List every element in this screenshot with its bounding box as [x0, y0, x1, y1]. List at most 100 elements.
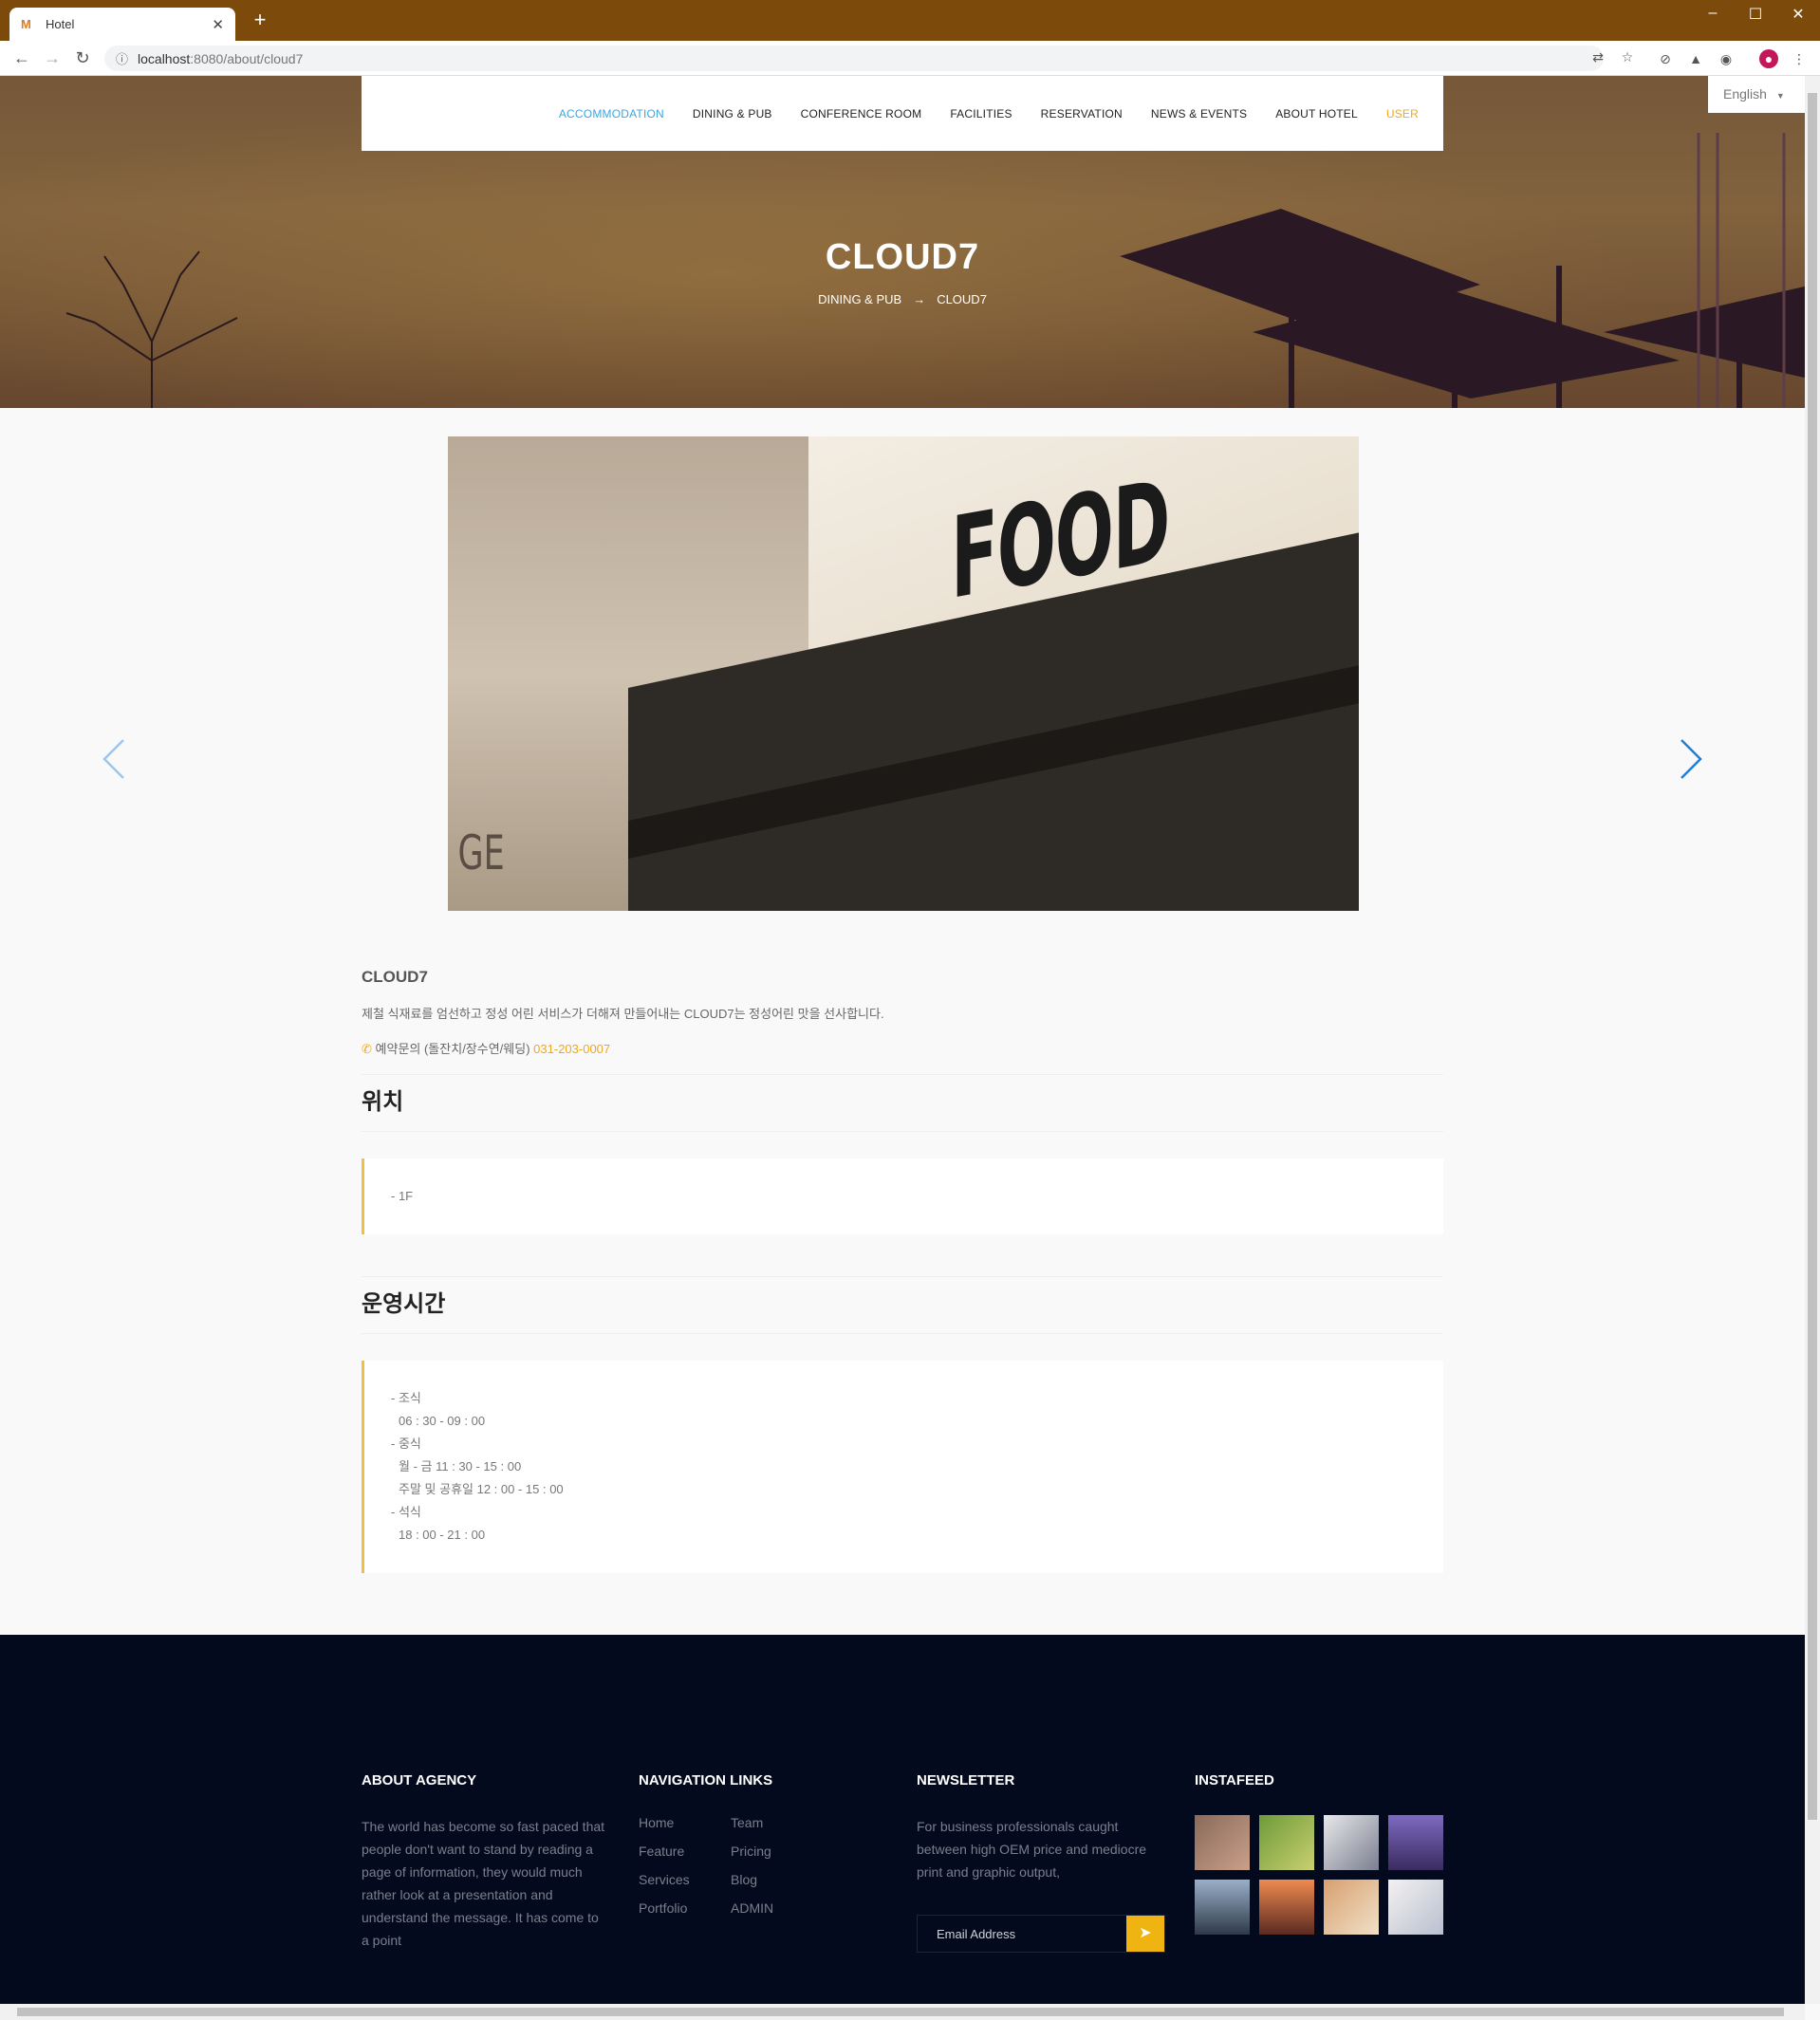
food-photo-slide: FOOD GE — [448, 436, 1359, 911]
partial-sign-text: GE — [457, 825, 505, 880]
horizontal-scrollbar-thumb[interactable] — [17, 2008, 1784, 2016]
chevron-left-icon — [102, 739, 124, 779]
insta-thumb[interactable] — [1259, 1815, 1314, 1870]
divider — [362, 1333, 1443, 1334]
nav-dining-pub[interactable]: DINING & PUB — [693, 107, 772, 120]
phone-label: 예약문의 (돌잔치/장수연/웨딩) — [375, 1042, 530, 1056]
maximize-icon[interactable]: ☐ — [1741, 5, 1770, 24]
close-window-icon[interactable]: ✕ — [1784, 5, 1812, 24]
tab-title: Hotel — [46, 17, 75, 31]
nav-about-hotel[interactable]: ABOUT HOTEL — [1275, 107, 1358, 120]
restaurant-description: 제철 식재료를 엄선하고 정성 어린 서비스가 더해져 만들어내는 CLOUD7… — [362, 1007, 884, 1021]
email-input[interactable]: Email Address — [918, 1916, 1126, 1952]
horizontal-scrollbar[interactable] — [0, 2004, 1805, 2020]
main-navbar: ACCOMMODATION DINING & PUB CONFERENCE RO… — [362, 76, 1443, 151]
insta-thumb[interactable] — [1195, 1880, 1250, 1935]
extension-eye-icon[interactable]: ◉ — [1717, 49, 1736, 68]
slider-next-button[interactable] — [1672, 731, 1710, 788]
footer-newsletter-title: NEWSLETTER — [917, 1772, 1015, 1788]
scrollbar-thumb[interactable] — [1808, 93, 1817, 1820]
nav-news-events[interactable]: NEWS & EVENTS — [1151, 107, 1247, 120]
newsletter-form: Email Address ➤ — [917, 1915, 1165, 1953]
breadcrumb-arrow-icon: → — [913, 292, 926, 306]
nav-facilities[interactable]: FACILITIES — [950, 107, 1012, 120]
hours-box: - 조식 06 : 30 - 09 : 00 - 중식 월 - 금 11 : 3… — [362, 1361, 1443, 1573]
footer-link-services[interactable]: Services — [639, 1872, 731, 1887]
url-host: localhost — [138, 50, 191, 66]
breakfast-label: - 조식 — [391, 1391, 421, 1405]
hours-heading: 운영시간 — [362, 1291, 446, 1317]
browser-tab[interactable]: M Hotel ✕ — [9, 8, 235, 41]
divider — [362, 1276, 1443, 1277]
translate-icon[interactable]: ⇄ — [1588, 47, 1607, 66]
footer-nav-title: NAVIGATION LINKS — [639, 1772, 773, 1788]
breakfast-hours: 06 : 30 - 09 : 00 — [399, 1414, 486, 1428]
lunch-weekend-hours: 주말 및 공휴일 12 : 00 - 15 : 00 — [399, 1482, 564, 1496]
breadcrumb-current: CLOUD7 — [937, 292, 987, 306]
site-info-icon[interactable]: ⓘ — [116, 49, 128, 67]
footer-link-blog[interactable]: Blog — [731, 1872, 823, 1887]
profile-avatar-icon[interactable]: ● — [1759, 49, 1778, 68]
site-favicon-icon: M — [21, 16, 31, 31]
block-extension-icon[interactable]: ⊘ — [1656, 49, 1675, 68]
footer-newsletter: NEWSLETTER For business professionals ca… — [917, 1772, 1163, 1883]
footer-link-team[interactable]: Team — [731, 1815, 823, 1830]
divider — [362, 1131, 1443, 1132]
insta-thumb[interactable] — [1388, 1815, 1443, 1870]
phone-icon: ✆ — [362, 1042, 372, 1056]
menu-kebab-icon[interactable]: ⋮ — [1790, 49, 1809, 68]
address-bar: ← → ↻ ⓘ localhost:8080/about/cloud7 ⇄ ☆ … — [0, 41, 1820, 76]
footer-about: ABOUT AGENCY The world has become so fas… — [362, 1772, 608, 1952]
slider-prev-button[interactable] — [95, 731, 133, 788]
nav-reservation[interactable]: RESERVATION — [1041, 107, 1123, 120]
footer-navigation: NAVIGATION LINKS Home Team Feature Prici… — [639, 1772, 823, 1916]
nav-conference-room[interactable]: CONFERENCE ROOM — [801, 107, 922, 120]
lunch-weekday-hours: 월 - 금 11 : 30 - 15 : 00 — [399, 1459, 522, 1473]
nav-user[interactable]: USER — [1386, 107, 1419, 120]
url-field[interactable]: ⓘ localhost:8080/about/cloud7 — [104, 46, 1604, 71]
vertical-scrollbar[interactable] — [1805, 76, 1820, 2004]
footer-about-text: The world has become so fast paced that … — [362, 1819, 605, 1948]
footer-link-admin[interactable]: ADMIN — [731, 1900, 823, 1916]
footer-newsletter-text: For business professionals caught betwee… — [917, 1819, 1147, 1880]
send-button[interactable]: ➤ — [1126, 1916, 1164, 1952]
chevron-down-icon: ▼ — [1775, 91, 1785, 101]
site-footer: ABOUT AGENCY The world has become so fas… — [0, 1635, 1805, 2004]
minimize-icon[interactable]: – — [1699, 5, 1727, 22]
insta-thumb[interactable] — [1195, 1815, 1250, 1870]
phone-number-link[interactable]: 031-203-0007 — [533, 1042, 610, 1056]
paper-plane-icon: ➤ — [1139, 1925, 1152, 1941]
insta-thumb[interactable] — [1324, 1815, 1379, 1870]
divider — [362, 1074, 1443, 1075]
breadcrumb-parent[interactable]: DINING & PUB — [818, 292, 901, 306]
page-viewport: CLOUD7 DINING & PUB → CLOUD7 ACCOMMODATION… — [0, 76, 1805, 2004]
insta-thumb[interactable] — [1259, 1880, 1314, 1935]
insta-thumb[interactable] — [1388, 1880, 1443, 1935]
close-tab-icon[interactable]: ✕ — [212, 16, 224, 33]
location-floor: - 1F — [391, 1189, 414, 1203]
restaurant-name: CLOUD7 — [362, 968, 428, 986]
browser-tab-bar: M Hotel ✕ + – ☐ ✕ — [0, 0, 1820, 41]
footer-about-title: ABOUT AGENCY — [362, 1772, 477, 1788]
url-path: :8080/about/cloud7 — [190, 50, 304, 66]
footer-link-home[interactable]: Home — [639, 1815, 731, 1830]
page-title: CLOUD7 — [825, 237, 980, 277]
extension-a-icon[interactable]: ▲ — [1686, 49, 1705, 68]
language-value: English — [1723, 86, 1767, 102]
bookmark-star-icon[interactable]: ☆ — [1618, 47, 1637, 66]
new-tab-icon[interactable]: + — [249, 9, 271, 32]
location-box: - 1F — [362, 1158, 1443, 1234]
footer-link-feature[interactable]: Feature — [639, 1844, 731, 1859]
dinner-hours: 18 : 00 - 21 : 00 — [399, 1528, 486, 1542]
back-icon[interactable]: ← — [11, 47, 32, 68]
reload-icon[interactable]: ↻ — [72, 47, 93, 68]
forward-icon[interactable]: → — [42, 47, 63, 68]
breadcrumb: DINING & PUB → CLOUD7 — [0, 292, 1805, 306]
insta-thumb[interactable] — [1324, 1880, 1379, 1935]
language-select[interactable]: English ▼ — [1708, 76, 1805, 113]
footer-link-pricing[interactable]: Pricing — [731, 1844, 823, 1859]
lunch-label: - 중식 — [391, 1436, 421, 1451]
dinner-label: - 석식 — [391, 1505, 421, 1519]
nav-accommodation[interactable]: ACCOMMODATION — [559, 107, 664, 120]
footer-link-portfolio[interactable]: Portfolio — [639, 1900, 731, 1916]
